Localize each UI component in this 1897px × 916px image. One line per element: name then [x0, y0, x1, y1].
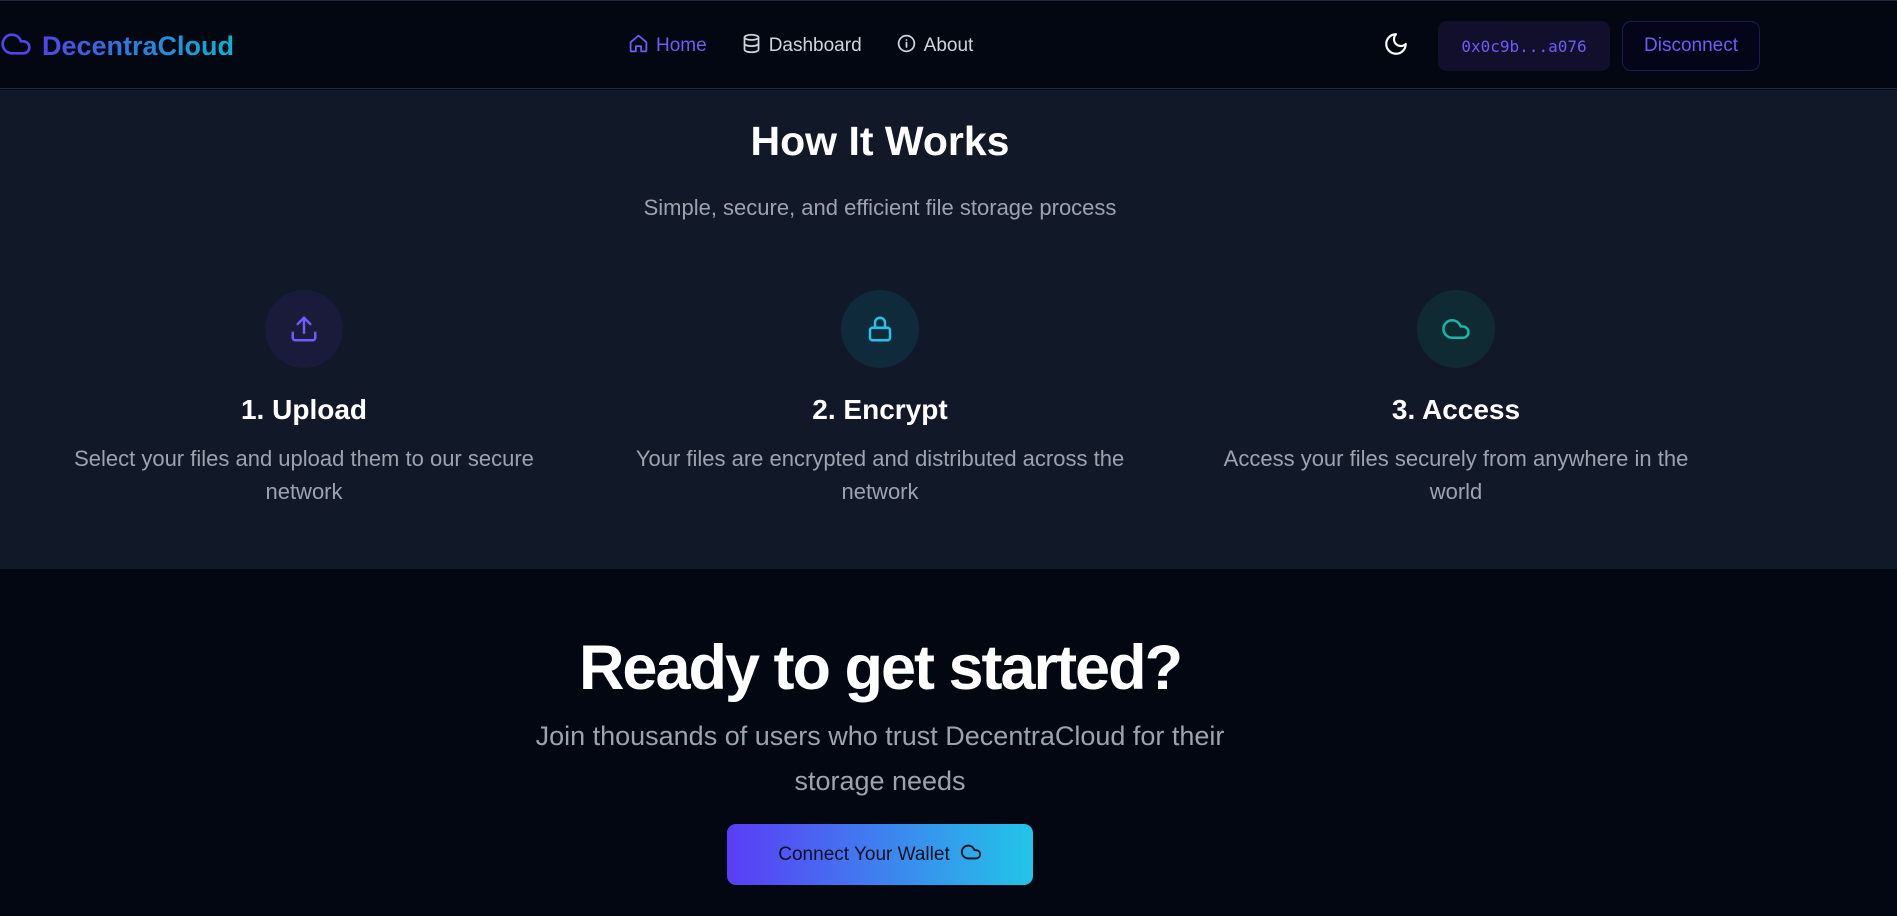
brand-logo[interactable]: DecentraCloud [0, 29, 234, 63]
main-nav: Home Dashboard About [628, 31, 973, 61]
nav-home-link[interactable]: Home [628, 33, 707, 60]
step-description: Access your files securely from anywhere… [1223, 446, 1689, 504]
step-description: Your files are encrypted and distributed… [635, 446, 1125, 504]
theme-toggle-button[interactable] [1379, 29, 1413, 63]
how-it-works-title: How It Works [750, 118, 1010, 164]
navbar: DecentraCloud Home Dashboard About 0x0c9… [0, 0, 1897, 89]
nav-dashboard-link[interactable]: Dashboard [741, 33, 862, 60]
database-icon [741, 33, 762, 60]
cloud-icon [960, 841, 982, 869]
how-it-works-section: How It Works Simple, secure, and efficie… [0, 90, 1897, 569]
cta-title: Ready to get started? [578, 633, 1183, 703]
cta-description: Join thousands of users who trust Decent… [535, 721, 1225, 796]
lock-icon [841, 290, 919, 368]
step-title: 1. Upload [240, 394, 367, 425]
step-access: 3. Access Access your files securely fro… [1176, 290, 1736, 508]
home-icon [628, 33, 649, 60]
step-upload: 1. Upload Select your files and upload t… [24, 290, 584, 508]
step-title: 3. Access [1391, 394, 1521, 425]
wallet-address-badge[interactable]: 0x0c9b...a076 [1438, 21, 1610, 71]
nav-home-label: Home [656, 35, 707, 56]
nav-about-link[interactable]: About [896, 33, 974, 60]
connect-wallet-label: Connect Your Wallet [778, 843, 950, 865]
how-it-works-subtitle: Simple, secure, and efficient file stora… [643, 195, 1117, 220]
connect-wallet-button[interactable]: Connect Your Wallet [727, 824, 1033, 885]
upload-icon [265, 290, 343, 368]
cloud-icon [0, 28, 32, 65]
moon-icon [1383, 31, 1409, 62]
disconnect-button[interactable]: Disconnect [1622, 21, 1760, 71]
info-icon [896, 33, 917, 60]
brand-name: DecentraCloud [42, 30, 235, 61]
cloud-icon [1417, 290, 1495, 368]
nav-about-label: About [923, 35, 974, 56]
step-description: Select your files and upload them to our… [74, 446, 534, 504]
step-encrypt: 2. Encrypt Your files are encrypted and … [600, 290, 1160, 508]
nav-dashboard-label: Dashboard [768, 35, 862, 56]
step-title: 2. Encrypt [812, 394, 948, 425]
